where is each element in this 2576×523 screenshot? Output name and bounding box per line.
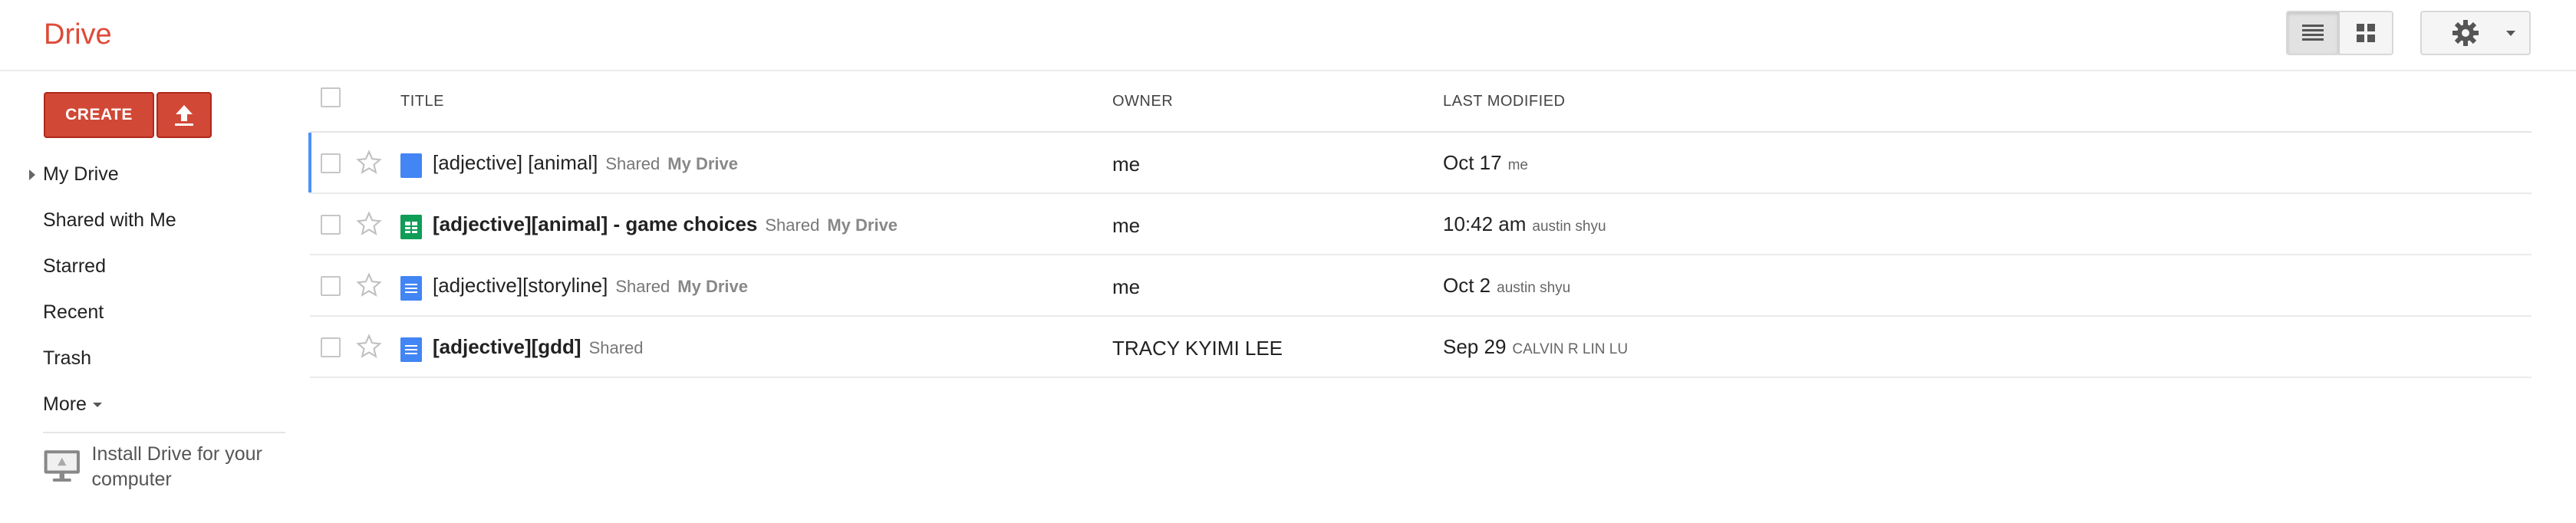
sidebar-divider (43, 432, 285, 433)
drive-logo[interactable]: Drive (44, 18, 112, 51)
document-icon (400, 276, 422, 301)
sidebar-item-label: Trash (43, 347, 91, 369)
table-row[interactable]: [adjective][gdd] Shared TRACY KYIMI LEE S… (310, 317, 2532, 378)
sidebar-item-label: More (43, 393, 87, 415)
location-label[interactable]: My Drive (677, 277, 748, 296)
sidebar-item-trash[interactable]: Trash (0, 337, 292, 383)
file-owner: me (1112, 214, 1141, 237)
row-checkbox[interactable] (321, 276, 341, 296)
row-checkbox[interactable] (321, 215, 341, 235)
view-toggle (2286, 11, 2393, 55)
install-drive-link[interactable]: Install Drive for your computer (43, 442, 296, 492)
file-title[interactable]: [adjective][storyline] Shared My Drive (433, 274, 748, 298)
shared-label: Shared (588, 338, 644, 357)
last-modified: 10:42 am austin shyu (1443, 212, 1606, 236)
file-title[interactable]: [adjective][gdd] Shared (433, 335, 644, 359)
last-modified: Sep 29 CALVIN R LIN LU (1443, 335, 1628, 359)
upload-button[interactable] (156, 92, 212, 138)
list-view-button[interactable] (2288, 12, 2340, 54)
location-label[interactable]: My Drive (827, 215, 898, 235)
row-checkbox[interactable] (321, 337, 341, 357)
sidebar-item-more[interactable]: More (0, 383, 292, 429)
table-row[interactable]: [adjective][storyline] Shared My Drive me … (310, 255, 2532, 317)
modified-by: me (1507, 157, 1528, 173)
modified-by: austin shyu (1497, 280, 1571, 296)
row-checkbox[interactable] (321, 153, 341, 173)
file-title[interactable]: [adjective] [animal] Shared My Drive (433, 151, 738, 175)
modified-by: CALVIN R LIN LU (1512, 341, 1629, 357)
computer-icon (44, 450, 80, 482)
star-icon[interactable] (356, 334, 382, 360)
star-icon[interactable] (356, 211, 382, 237)
last-modified: Oct 17 me (1443, 151, 1528, 175)
file-owner: TRACY KYIMI LEE (1112, 337, 1283, 360)
modified-date: 10:42 am (1443, 212, 1527, 235)
column-header-last-modified[interactable]: LAST MODIFIED (1443, 93, 1566, 110)
sidebar-item-label: Recent (43, 301, 104, 323)
upload-icon (175, 105, 193, 126)
sidebar-item-label: My Drive (43, 163, 119, 185)
create-button[interactable]: CREATE (44, 92, 154, 138)
modified-by: austin shyu (1532, 219, 1606, 235)
grid-view-icon (2357, 24, 2376, 42)
file-name: [adjective] [animal] (433, 151, 598, 174)
column-header-title[interactable]: TITLE (400, 93, 444, 110)
file-owner: me (1112, 275, 1141, 298)
top-bar: Drive (0, 0, 2576, 71)
list-header: TITLE OWNER LAST MODIFIED (310, 71, 2532, 133)
list-view-icon (2302, 25, 2324, 41)
shared-label: Shared (765, 215, 820, 235)
modified-date: Oct 2 (1443, 274, 1491, 297)
shared-label: Shared (615, 277, 670, 296)
install-drive-text: Install Drive for your computer (91, 443, 262, 490)
sidebar-item-label: Starred (43, 255, 106, 277)
table-row[interactable]: [adjective][animal] - game choices Shared… (310, 194, 2532, 255)
file-owner: me (1112, 153, 1141, 176)
file-name: [adjective][animal] - game choices (433, 212, 758, 235)
sidebar-item-shared-with-me[interactable]: Shared with Me (0, 199, 292, 245)
file-list: TITLE OWNER LAST MODIFIED [adjective] [a… (308, 71, 2532, 378)
spreadsheet-icon (400, 215, 422, 239)
last-modified: Oct 2 austin shyu (1443, 274, 1570, 298)
column-header-owner[interactable]: OWNER (1112, 93, 1173, 110)
file-name: [adjective][storyline] (433, 274, 608, 297)
settings-button[interactable] (2420, 11, 2531, 55)
document-icon (400, 337, 422, 362)
sidebar-item-starred[interactable]: Starred (0, 245, 292, 291)
file-title[interactable]: [adjective][animal] - game choices Shared… (433, 212, 898, 236)
chevron-down-icon (2506, 30, 2515, 36)
gear-icon (2452, 20, 2479, 46)
sidebar-nav: My Drive Shared with Me Starred Recent T… (0, 153, 292, 429)
star-icon[interactable] (356, 272, 382, 298)
star-icon[interactable] (356, 150, 382, 176)
modified-date: Oct 17 (1443, 151, 1502, 174)
chevron-down-icon (92, 403, 102, 408)
document-icon (400, 153, 422, 178)
table-row[interactable]: [adjective] [animal] Shared My Drive me Oc… (308, 133, 2532, 194)
sidebar-item-my-drive[interactable]: My Drive (0, 153, 292, 199)
file-name: [adjective][gdd] (433, 335, 581, 358)
sidebar-item-label: Shared with Me (43, 209, 176, 231)
expand-arrow-icon[interactable] (29, 169, 35, 180)
grid-view-button[interactable] (2340, 12, 2392, 54)
shared-label: Shared (605, 154, 660, 173)
select-all-checkbox[interactable] (321, 87, 341, 107)
modified-date: Sep 29 (1443, 335, 1507, 358)
sidebar-item-recent[interactable]: Recent (0, 291, 292, 337)
location-label[interactable]: My Drive (667, 154, 738, 173)
